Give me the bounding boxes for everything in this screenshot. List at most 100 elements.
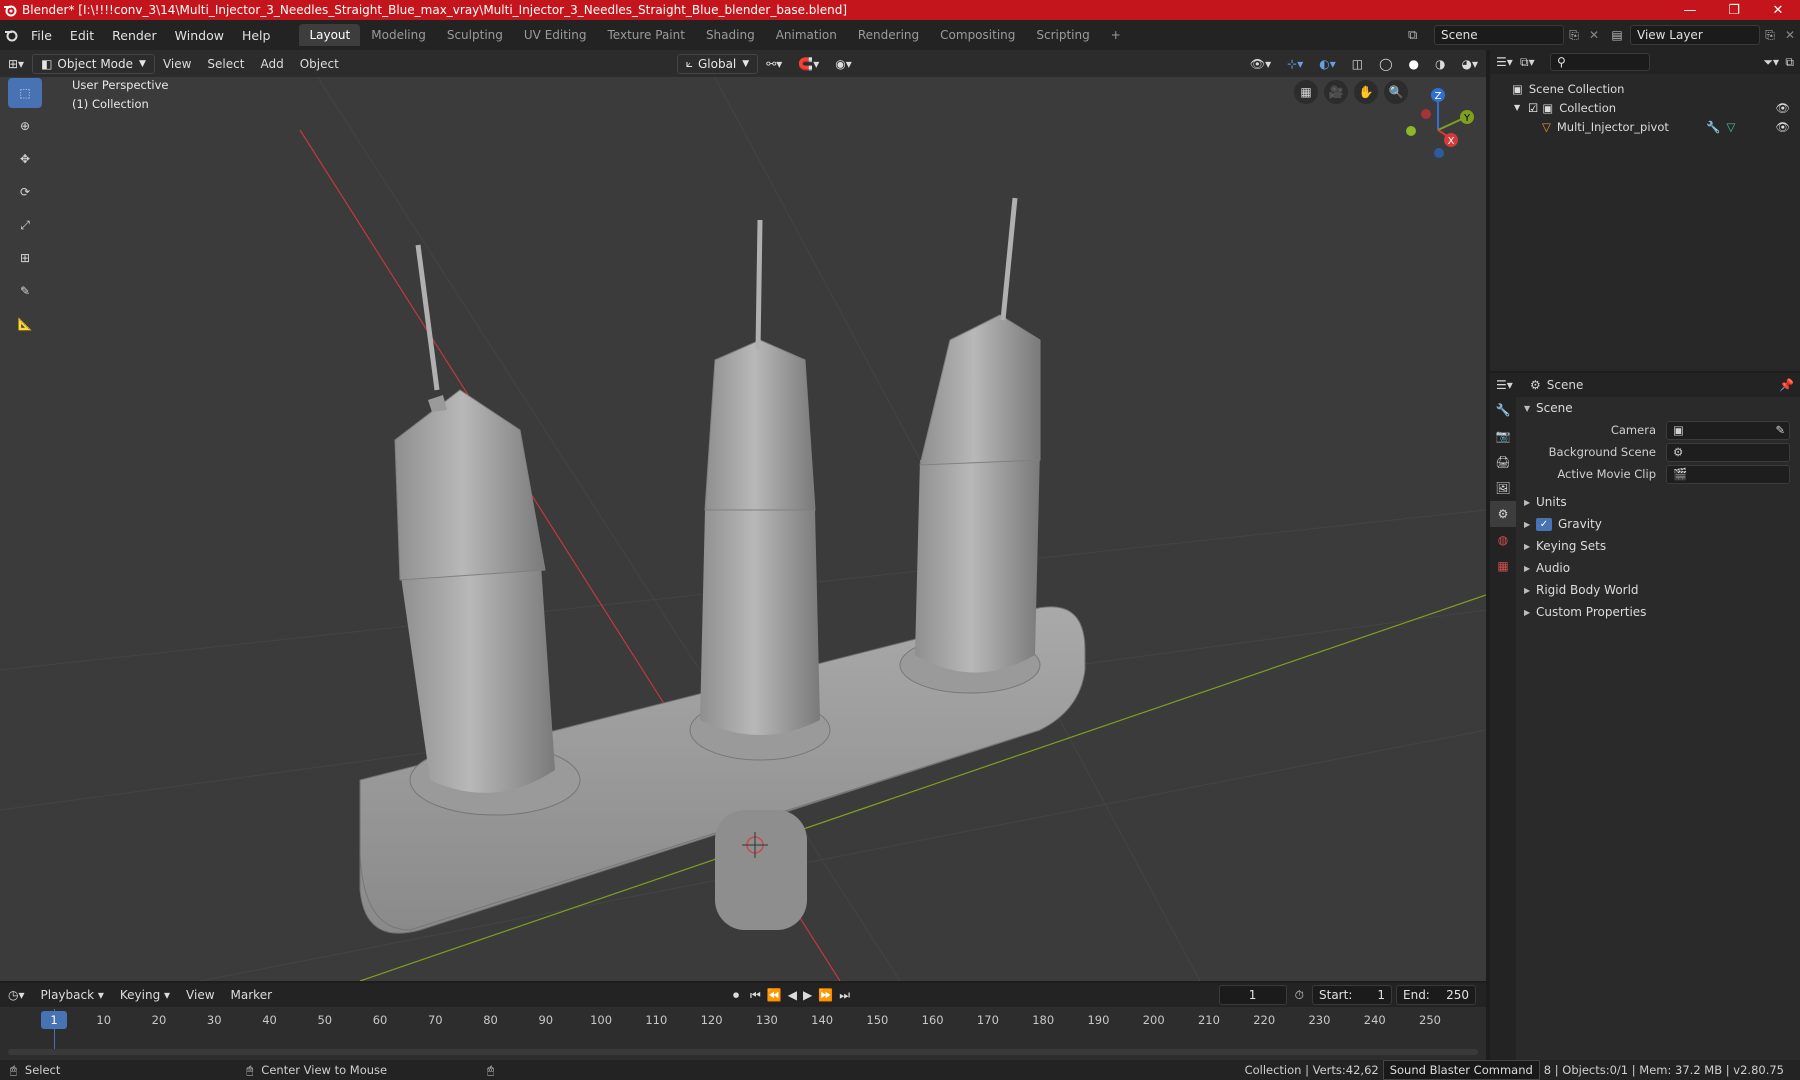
- units-panel-header[interactable]: ▶ Units: [1516, 491, 1800, 513]
- delete-scene-icon[interactable]: ✕: [1584, 28, 1604, 42]
- scale-tool-icon[interactable]: ⤢: [8, 210, 42, 240]
- maximize-button[interactable]: ❐: [1712, 0, 1756, 20]
- editor-type-icon[interactable]: ◷▾: [0, 985, 33, 1005]
- rotate-tool-icon[interactable]: ⟳: [8, 177, 42, 207]
- menu-timeline-view[interactable]: View: [178, 985, 222, 1005]
- camera-field[interactable]: ▣ ✎: [1666, 420, 1790, 440]
- select-box-tool-icon[interactable]: ⬚: [8, 78, 42, 108]
- eyedropper-icon[interactable]: ✎: [1775, 423, 1785, 437]
- transform-tool-icon[interactable]: ⊞: [8, 243, 42, 273]
- overlay-icon[interactable]: ◐▾: [1311, 54, 1344, 74]
- menu-marker[interactable]: Marker: [223, 985, 280, 1005]
- play-reverse-icon[interactable]: ◀: [785, 985, 800, 1005]
- display-mode-icon[interactable]: ⧉▾: [1520, 55, 1550, 70]
- rigid-body-world-panel-header[interactable]: ▶ Rigid Body World: [1516, 579, 1800, 601]
- view-layer-tab-icon[interactable]: 🖼: [1490, 475, 1516, 501]
- visibility-icon[interactable]: 👁▾: [1242, 54, 1279, 74]
- needle-right[interactable]: [899, 197, 1041, 694]
- menu-select[interactable]: Select: [199, 54, 252, 74]
- outliner-row-object[interactable]: ▽ Multi_Injector_pivot 🔧 ▽ 👁: [1490, 117, 1800, 136]
- axis-gizmo[interactable]: Z Y X: [1396, 78, 1486, 168]
- gizmo-toggle-icon[interactable]: ⊹▾: [1279, 54, 1311, 74]
- rendered-shading-icon[interactable]: ◕▾: [1454, 54, 1487, 74]
- tab-animation[interactable]: Animation: [766, 24, 847, 46]
- cursor-tool-icon[interactable]: ⊕: [8, 111, 42, 141]
- jump-end-icon[interactable]: ⏭: [836, 985, 853, 1006]
- checkbox-icon[interactable]: ☑: [1528, 101, 1538, 115]
- view-layer-field[interactable]: View Layer: [1630, 25, 1760, 45]
- tab-rendering[interactable]: Rendering: [848, 24, 929, 46]
- scene-panel-header[interactable]: ▼ Scene: [1516, 397, 1800, 419]
- menu-edit[interactable]: Edit: [61, 28, 103, 43]
- tab-shading[interactable]: Shading: [696, 24, 765, 46]
- jump-start-icon[interactable]: ⏮: [747, 985, 764, 1006]
- new-scene-icon[interactable]: ⎘: [1564, 28, 1584, 43]
- stopwatch-icon[interactable]: ⏱: [1287, 985, 1312, 1006]
- tab-scripting[interactable]: Scripting: [1026, 24, 1099, 46]
- tab-compositing[interactable]: Compositing: [930, 24, 1025, 46]
- menu-help[interactable]: Help: [233, 28, 280, 43]
- annotate-tool-icon[interactable]: ✎: [8, 276, 42, 306]
- close-button[interactable]: ✕: [1756, 0, 1800, 20]
- xray-icon[interactable]: ◫: [1344, 54, 1371, 74]
- tab-modeling[interactable]: Modeling: [361, 24, 436, 46]
- measure-tool-icon[interactable]: 📐: [8, 309, 42, 339]
- menu-playback[interactable]: Playback ▾: [33, 985, 112, 1005]
- keying-sets-panel-header[interactable]: ▶ Keying Sets: [1516, 535, 1800, 557]
- menu-render[interactable]: Render: [103, 28, 166, 43]
- menu-file[interactable]: File: [22, 28, 61, 43]
- custom-properties-panel-header[interactable]: ▶ Custom Properties: [1516, 601, 1800, 623]
- new-collection-icon[interactable]: ⧉: [1785, 55, 1794, 70]
- texture-tab-icon[interactable]: ▦: [1490, 553, 1516, 579]
- outliner-row-scene-collection[interactable]: ▣ Scene Collection: [1490, 79, 1800, 98]
- background-scene-field[interactable]: ⚙: [1666, 442, 1790, 462]
- tab-texture-paint[interactable]: Texture Paint: [598, 24, 695, 46]
- filter-icon[interactable]: ⏷▾: [1763, 55, 1785, 70]
- start-frame-field[interactable]: Start: 1: [1312, 985, 1392, 1005]
- output-tab-icon[interactable]: 🖨: [1490, 449, 1516, 475]
- pin-icon[interactable]: 📌: [1779, 378, 1794, 392]
- needle-left[interactable]: [394, 244, 581, 816]
- eye-icon[interactable]: 👁: [1775, 101, 1790, 115]
- record-button[interactable]: ⏺: [725, 985, 747, 1006]
- menu-object[interactable]: Object: [292, 54, 347, 74]
- audio-panel-header[interactable]: ▶ Audio: [1516, 557, 1800, 579]
- tool-tab-icon[interactable]: 🔧: [1490, 397, 1516, 423]
- menu-view[interactable]: View: [155, 54, 199, 74]
- scene-field[interactable]: Scene: [1434, 25, 1564, 45]
- camera-view-icon[interactable]: 🎥: [1324, 80, 1348, 104]
- wireframe-shading-icon[interactable]: ◯: [1371, 54, 1400, 74]
- add-workspace-button[interactable]: +: [1101, 24, 1131, 46]
- 3d-viewport[interactable]: ⊞▾ ◧ Object Mode ▼ View Select Add Objec…: [0, 50, 1486, 981]
- editor-type-icon[interactable]: ⊞▾: [0, 54, 32, 74]
- gravity-panel-header[interactable]: ▶ ✓ Gravity: [1516, 513, 1800, 535]
- next-keyframe-icon[interactable]: ⏩: [815, 985, 836, 1005]
- expand-arrow-icon[interactable]: ▼: [1514, 103, 1528, 112]
- minimize-button[interactable]: —: [1668, 0, 1712, 20]
- outliner-search-input[interactable]: ⚲: [1550, 53, 1650, 71]
- tab-layout[interactable]: Layout: [299, 24, 361, 46]
- movie-clip-field[interactable]: 🎬: [1666, 464, 1790, 484]
- solid-shading-icon[interactable]: ●: [1401, 54, 1427, 74]
- snap-icon[interactable]: 🧲▾: [790, 54, 827, 74]
- outliner-row-collection[interactable]: ▼ ☑ ▣ Collection 👁: [1490, 98, 1800, 117]
- pivot-icon[interactable]: ⚯▾: [758, 54, 790, 74]
- orientation-dropdown[interactable]: ⟀ Global ▼: [676, 53, 759, 74]
- eye-icon[interactable]: 👁: [1775, 120, 1790, 134]
- needle-middle[interactable]: [689, 219, 831, 761]
- editor-type-icon[interactable]: ☰▾: [1496, 378, 1530, 392]
- scene-selector-icon[interactable]: ⧉: [1408, 28, 1434, 43]
- view-layer-icon[interactable]: ▤: [1604, 28, 1630, 42]
- blender-menu-icon[interactable]: [0, 28, 22, 42]
- timeline-track-area[interactable]: 1 10 20 30 40 50 60 70 80 90 100 110 120 130 140 150 160…: [0, 1007, 1486, 1060]
- move-tool-icon[interactable]: ✥: [8, 144, 42, 174]
- tab-sculpting[interactable]: Sculpting: [437, 24, 513, 46]
- play-icon[interactable]: ▶: [800, 985, 815, 1005]
- mesh-data-icon[interactable]: ▽: [1727, 120, 1736, 134]
- current-frame-field[interactable]: 1: [1218, 985, 1287, 1005]
- end-frame-field[interactable]: End: 250: [1396, 985, 1476, 1005]
- new-view-layer-icon[interactable]: ⎘: [1760, 28, 1780, 43]
- timeline-scrollbar[interactable]: [8, 1049, 1478, 1055]
- proportional-edit-icon[interactable]: ◉▾: [827, 54, 860, 74]
- viewport-scene[interactable]: [0, 50, 1486, 981]
